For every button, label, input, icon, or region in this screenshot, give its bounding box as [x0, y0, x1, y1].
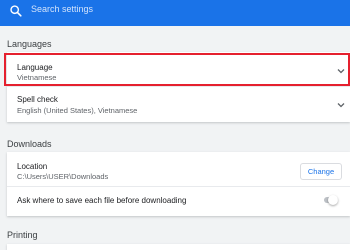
downloads-card: Location C:\Users\USER\Downloads Ask whe…: [7, 152, 350, 216]
location-value: C:\Users\USER\Downloads: [17, 172, 109, 181]
spell-check-row[interactable]: Spell check English (United States), Vie…: [7, 87, 350, 122]
section-title-downloads: Downloads: [7, 139, 52, 149]
spell-check-value: English (United States), Vietnamese: [17, 106, 138, 115]
section-title-languages: Languages: [7, 39, 52, 49]
chevron-down-icon[interactable]: [336, 100, 346, 110]
toggle-knob[interactable]: [328, 195, 338, 205]
change-button[interactable]: Change: [300, 163, 342, 180]
spell-check-label: Spell check: [17, 95, 58, 104]
ask-where-row[interactable]: Ask where to save each file before downl…: [7, 187, 350, 216]
ask-where-label: Ask where to save each file before downl…: [17, 196, 187, 205]
search-bar[interactable]: Search settings: [0, 0, 350, 26]
printing-card: [7, 244, 350, 250]
section-title-printing: Printing: [7, 230, 38, 240]
search-icon: [10, 5, 22, 17]
location-label: Location: [17, 162, 48, 171]
search-input[interactable]: Search settings: [31, 4, 93, 14]
location-row: Location C:\Users\USER\Downloads: [7, 152, 350, 186]
highlight-box: [4, 53, 350, 86]
